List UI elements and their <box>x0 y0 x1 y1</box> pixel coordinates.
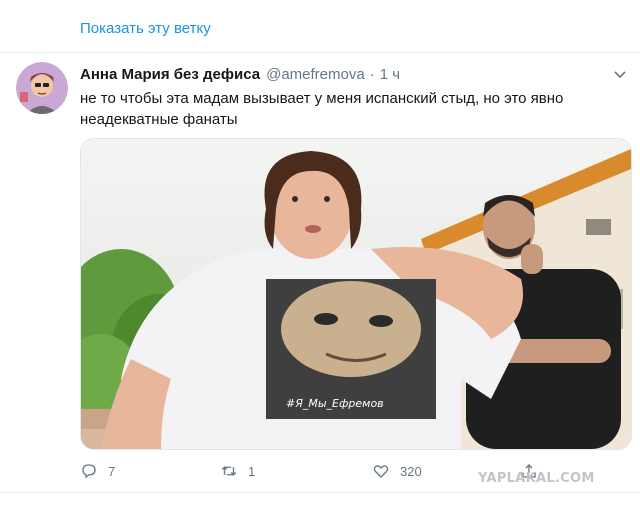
separator-dot: · <box>369 65 375 83</box>
retweet-icon <box>221 466 237 476</box>
reply-button[interactable]: 7 <box>80 460 115 482</box>
show-thread-link[interactable]: Показать эту ветку <box>80 20 211 37</box>
like-count: 320 <box>400 463 422 479</box>
chevron-down-icon[interactable] <box>612 66 628 82</box>
shirt-print-text: #Я_Мы_Ефремов <box>286 397 384 410</box>
reply-icon <box>82 464 96 479</box>
divider <box>0 492 640 493</box>
user-handle[interactable]: @amefremova <box>266 66 365 83</box>
avatar[interactable] <box>16 62 68 114</box>
like-button[interactable]: 320 <box>372 460 422 482</box>
tweet-photo[interactable]: #Я_Мы_Ефремов <box>80 138 632 450</box>
watermark: YAPLAKAL.COM <box>478 471 595 486</box>
tweet-header: Анна Мария без дефиса @amefremova · 1 ч <box>80 64 628 84</box>
retweet-button[interactable]: 1 <box>220 460 255 482</box>
display-name[interactable]: Анна Мария без дефиса <box>80 66 260 83</box>
retweet-count: 1 <box>248 463 256 479</box>
tweet-timestamp[interactable]: 1 ч <box>380 66 400 83</box>
tweet-text: не то чтобы эта мадам вызывает у меня ис… <box>80 90 564 128</box>
heart-icon <box>373 465 389 478</box>
reply-count: 7 <box>108 463 116 479</box>
divider <box>0 52 640 53</box>
